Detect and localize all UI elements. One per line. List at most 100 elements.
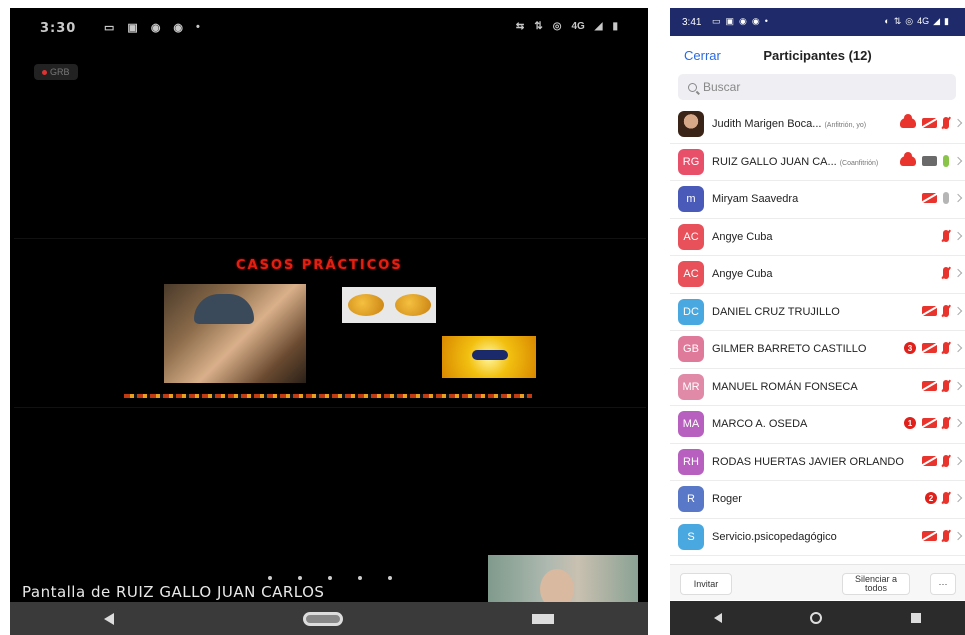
notification-icon: ◉ [173,22,184,34]
participant-status-icons: 3 [904,342,963,354]
participant-name-container: MARCO A. OSEDA [712,418,807,430]
participant-row[interactable]: S Servicio.psicopedagógico [670,519,965,556]
mic-off-icon [943,379,949,392]
slide-title: CASOS PRÁCTICOS [236,258,403,273]
participant-name: MARCO A. OSEDA [712,418,808,430]
participant-name: Angye Cuba [712,230,773,243]
back-icon[interactable] [104,612,115,625]
avatar [678,111,704,137]
participant-status-icons [922,304,963,317]
signal-icon: ◢ [594,21,603,32]
chevron-right-icon [953,381,963,390]
status-time: 3:30 [40,21,77,36]
home-icon[interactable] [810,612,823,624]
notification-icon: ◉ [150,22,161,34]
participant-row[interactable]: GB GILMER BARRETO CASTILLO 3 [670,331,965,369]
screen-share-phone: 3:30 ▭ ▣ ◉ ◉ • ⇆ ⇅ ◎ 4G ◢ ▮ GRB CASOS PR… [10,8,648,635]
notification-icons: ▭ ▣ ◉ ◉ • [104,21,200,34]
system-icons: ⇆ ⇅ ◎ 4G ◢ ▮ [516,21,618,32]
video-off-icon [922,305,937,316]
more-options-button[interactable]: ··· [930,573,956,595]
video-off-icon [922,530,937,541]
unread-chat-badge: 2 [925,492,937,504]
notification-icon: • [196,21,200,33]
mic-off-icon [943,529,949,542]
video-off-icon [922,193,937,203]
notification-icon: ▣ [725,16,735,26]
back-icon[interactable] [714,613,723,623]
video-on-icon [922,155,937,166]
record-dot-icon [42,69,47,75]
status-bar: 3:30 ▭ ▣ ◉ ◉ • ⇆ ⇅ ◎ 4G ◢ ▮ [10,8,648,44]
participant-name-container: DANIEL CRUZ TRUJILLO [712,306,840,318]
hotspot-icon: ◎ [905,16,914,26]
mic-off-icon [943,342,949,354]
participant-status-icons [943,229,963,242]
participant-row[interactable]: Judith Marigen Boca... (Anfitrión, yo) [670,106,965,144]
chevron-right-icon [953,531,963,540]
participant-name-container: Angye Cuba [712,231,773,243]
slide-image-glasses [442,336,536,378]
page-title: Participantes (12) [763,48,872,63]
video-off-icon [922,455,937,466]
participant-status-icons [943,267,963,279]
avatar: m [678,186,704,212]
chevron-right-icon [953,418,963,428]
android-nav-bar [670,601,965,635]
search-input[interactable]: Buscar [678,74,956,100]
participant-name-container: Miryam Saavedra [712,193,798,205]
notification-icon: • [764,16,768,26]
participants-footer: Invitar Silenciar a todos ··· [670,564,965,600]
avatar: GB [678,336,704,362]
participant-row[interactable]: AC Angye Cuba [670,256,965,294]
mic-grey-icon [943,192,949,204]
avatar: AC [678,261,704,287]
participant-name: DANIEL CRUZ TRUJILLO [712,305,840,318]
video-off-icon [922,343,937,353]
participant-status-icons [900,151,963,167]
unread-chat-badge: 1 [904,417,916,429]
chevron-right-icon [953,306,963,315]
participant-row[interactable]: RH RODAS HUERTAS JAVIER ORLANDO [670,444,965,481]
participant-name-container: Servicio.psicopedagógico [712,531,837,543]
participant-status-icons [922,454,963,467]
mute-all-button[interactable]: Silenciar a todos [842,573,910,595]
avatar: S [678,523,704,550]
home-icon[interactable] [302,611,343,626]
participant-row[interactable]: DC DANIEL CRUZ TRUJILLO [670,294,965,331]
participant-row[interactable]: m Miryam Saavedra [670,181,965,219]
self-video-thumbnail[interactable] [488,555,638,609]
slide-image-firefighter [164,284,306,383]
avatar: R [678,486,704,512]
recents-icon[interactable] [910,613,921,623]
status-bar: 3:41 ▭ ▣ ◉ ◉ • ◐ ⇅ ◎ 4G ◢ ▮ [670,8,965,36]
video-off-icon [922,418,937,428]
participant-name: Miryam Saavedra [712,193,799,205]
participant-row[interactable]: R Roger 2 [670,481,965,519]
participant-row[interactable]: RG RUIZ GALLO JUAN CA... (Coanfitrión) [670,144,965,181]
participant-row[interactable]: MA MARCO A. OSEDA 1 [670,406,965,444]
chevron-right-icon [953,193,963,203]
invite-button[interactable]: Invitar [680,573,732,595]
chevron-right-icon [953,343,963,353]
participant-row[interactable]: MR MANUEL ROMÁN FONSECA [670,369,965,406]
dnd-icon: ◐ [884,16,890,26]
participant-status-icons [922,192,963,204]
chevron-right-icon [953,493,963,503]
recents-icon[interactable] [531,613,554,624]
avatar: RH [678,448,704,475]
video-off-icon [922,380,937,391]
participant-name: MANUEL ROMÁN FONSECA [712,380,858,393]
participant-name: Servicio.psicopedagógico [712,530,837,543]
network-icon: 4G [917,16,930,26]
search-placeholder: Buscar [703,80,741,94]
participant-status-icons [922,529,963,542]
android-nav-bar [10,602,648,635]
video-off-icon [922,118,937,128]
page-indicator [268,576,392,580]
participant-row[interactable]: AC Angye Cuba [670,219,965,256]
participant-name-container: Angye Cuba [712,268,773,280]
participant-name: GILMER BARRETO CASTILLO [712,343,867,355]
data-icon: ⇅ [534,21,543,32]
avatar: AC [678,223,704,250]
